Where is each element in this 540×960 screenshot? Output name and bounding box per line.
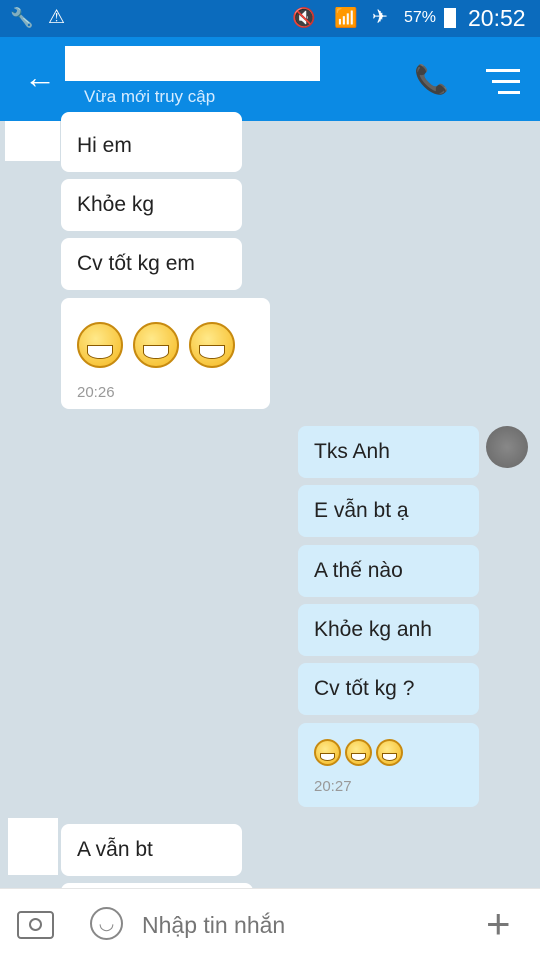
clock: 20:52 (468, 5, 526, 31)
message-input-bar: ◡ + (0, 888, 540, 960)
contact-name-redacted (65, 46, 320, 81)
grin-emoji-icon (189, 322, 235, 368)
wrench-icon: 🔧 (10, 8, 34, 29)
avatar-redacted (5, 121, 60, 161)
message-outgoing: Tks Anh (298, 426, 479, 478)
airplane-icon: ✈ (372, 7, 388, 28)
message-input[interactable] (142, 905, 442, 945)
message-text: Khỏe kg (77, 193, 155, 216)
chat-header: ← Vừa mới truy cập 📞 (0, 37, 540, 121)
message-incoming-emoji: 20:26 (61, 298, 270, 409)
wifi-icon: 📶 (334, 8, 358, 29)
battery-icon (444, 8, 456, 28)
message-incoming: A vẫn bt (61, 824, 242, 876)
message-text: A vẫn bt (77, 838, 153, 861)
emoji-icon[interactable]: ◡ (90, 907, 123, 940)
message-incoming: Cv tốt kg em (61, 238, 242, 290)
grin-emoji-icon (133, 322, 179, 368)
message-outgoing: Cv tốt kg ? (298, 663, 479, 715)
message-text: Cv tốt kg ? (314, 677, 415, 700)
message-text: Cv tốt kg em (77, 252, 195, 275)
message-outgoing: A thế nào (298, 545, 479, 597)
timestamp: 20:26 (77, 384, 115, 401)
phone-icon[interactable]: 📞 (414, 63, 449, 96)
smile-emoji-icon (314, 739, 341, 766)
smile-emoji-icon (376, 739, 403, 766)
timestamp: 20:27 (314, 778, 352, 795)
message-outgoing: E vẫn bt ạ (298, 485, 479, 537)
status-bar: 🔧 ⚠ 🔇 📶 ✈ 57% 20:52 (0, 0, 540, 37)
plus-icon[interactable]: + (486, 903, 511, 945)
message-outgoing-emoji: 20:27 (298, 723, 479, 807)
menu-icon[interactable] (486, 69, 520, 94)
message-text: A thế nào (314, 559, 403, 582)
avatar[interactable] (486, 426, 528, 468)
back-arrow-icon[interactable]: ← (24, 59, 56, 96)
warning-icon: ⚠ (48, 7, 66, 28)
message-outgoing: Khỏe kg anh (298, 604, 479, 656)
mute-vibrate-icon: 🔇 (292, 8, 316, 29)
message-text: Hi em (77, 134, 132, 157)
message-text: Khỏe kg anh (314, 618, 432, 641)
last-seen: Vừa mới truy cập (84, 87, 216, 106)
message-incoming: Khỏe kg (61, 179, 242, 231)
grin-emoji-icon (77, 322, 123, 368)
message-text: Tks Anh (314, 440, 390, 463)
battery-text: 57% (404, 9, 437, 26)
message-incoming: Hi em (61, 112, 242, 172)
smile-emoji-icon (345, 739, 372, 766)
avatar-redacted (8, 818, 58, 875)
message-text: E vẫn bt ạ (314, 499, 409, 522)
camera-icon[interactable] (17, 911, 54, 939)
